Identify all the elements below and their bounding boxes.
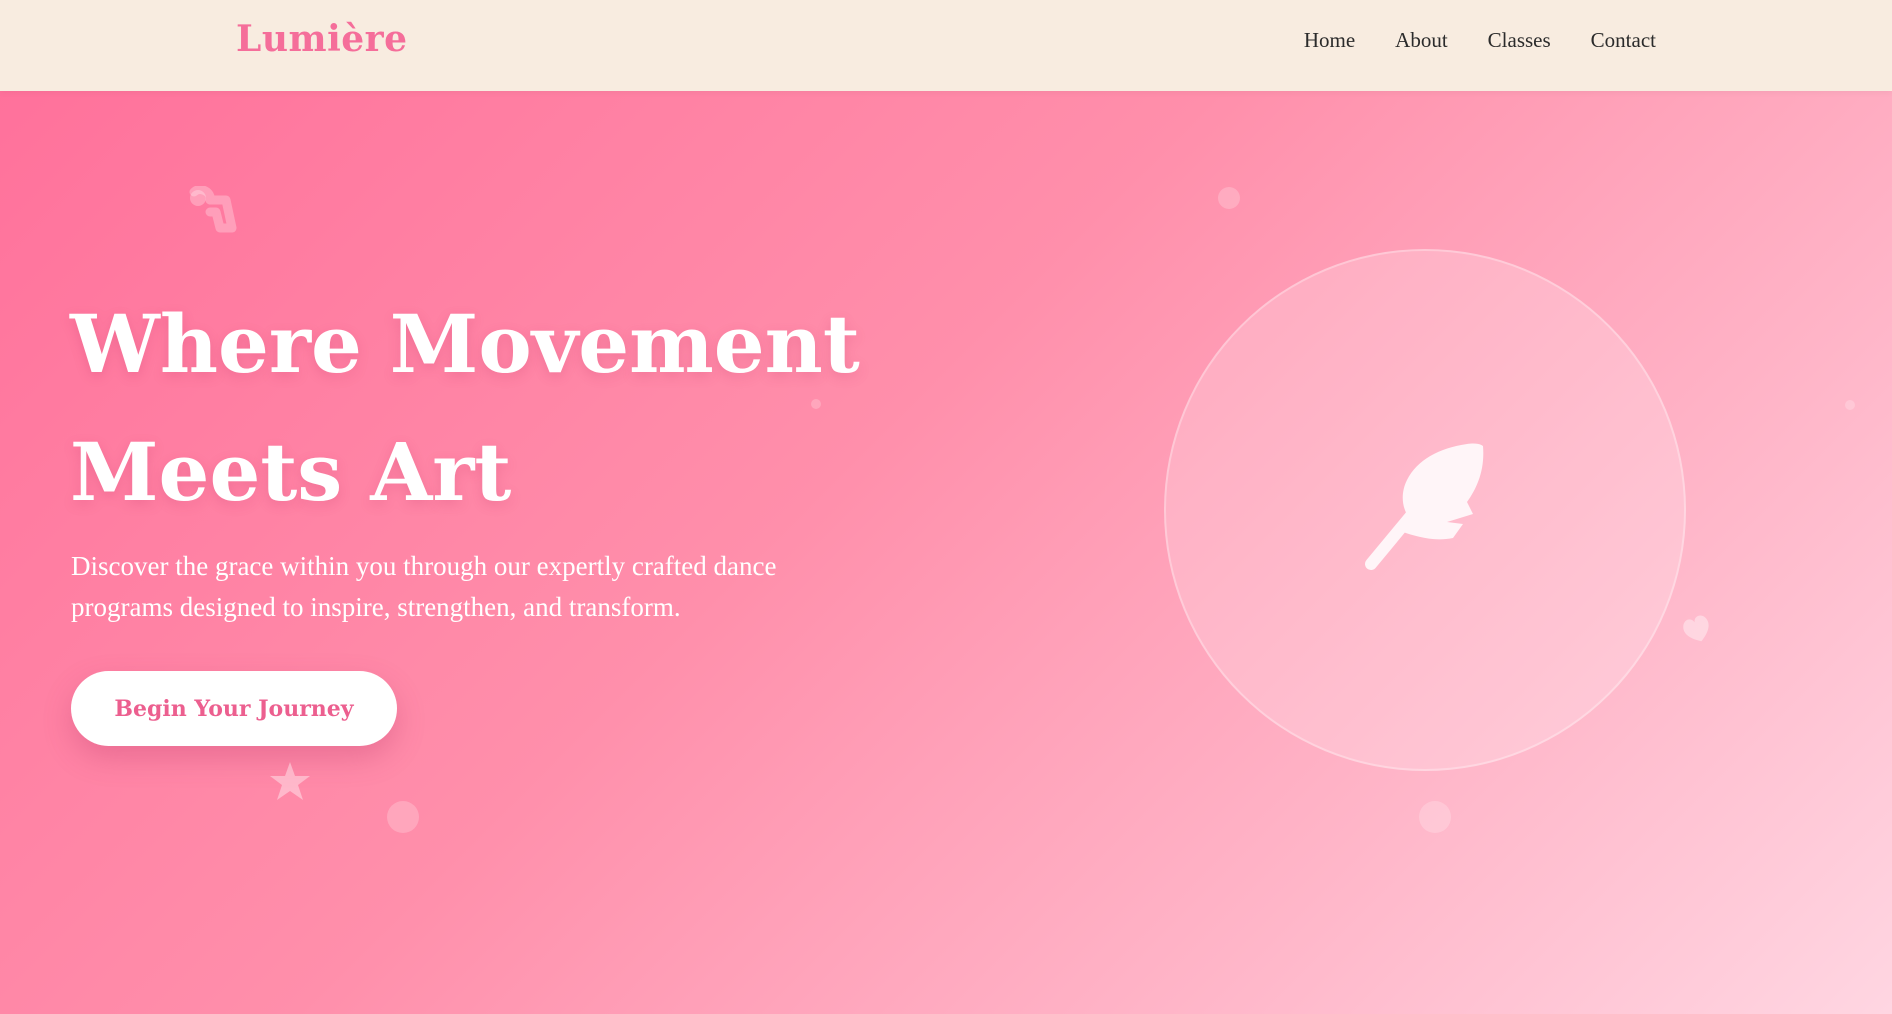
sparkle-dot <box>1845 400 1855 410</box>
hero-title-line-1: Where Movement <box>70 297 860 391</box>
heart-icon <box>1683 615 1709 642</box>
begin-journey-button[interactable]: Begin Your Journey <box>71 671 397 746</box>
sparkle-dot <box>1218 187 1240 209</box>
nav-contact-link[interactable]: Contact <box>1591 28 1656 53</box>
star-icon <box>270 762 310 800</box>
hero-title: Where Movement Meets Art <box>70 280 890 536</box>
nav-about-link[interactable]: About <box>1395 28 1448 53</box>
main-nav: Home About Classes Contact <box>1304 28 1656 53</box>
sparkle-dot <box>1419 801 1451 833</box>
hero-title-line-2: Meets Art <box>70 425 512 519</box>
sparkle-dot <box>387 801 419 833</box>
hero-subtitle: Discover the grace within you through ou… <box>71 551 777 622</box>
site-header: Lumière Home About Classes Contact <box>0 0 1892 91</box>
music-note-icon <box>189 186 237 233</box>
nav-home-link[interactable]: Home <box>1304 28 1355 53</box>
logo[interactable]: Lumière <box>236 18 408 60</box>
sparkle-dot <box>811 399 821 409</box>
nav-classes-link[interactable]: Classes <box>1488 28 1551 53</box>
feather-icon <box>1365 443 1484 570</box>
